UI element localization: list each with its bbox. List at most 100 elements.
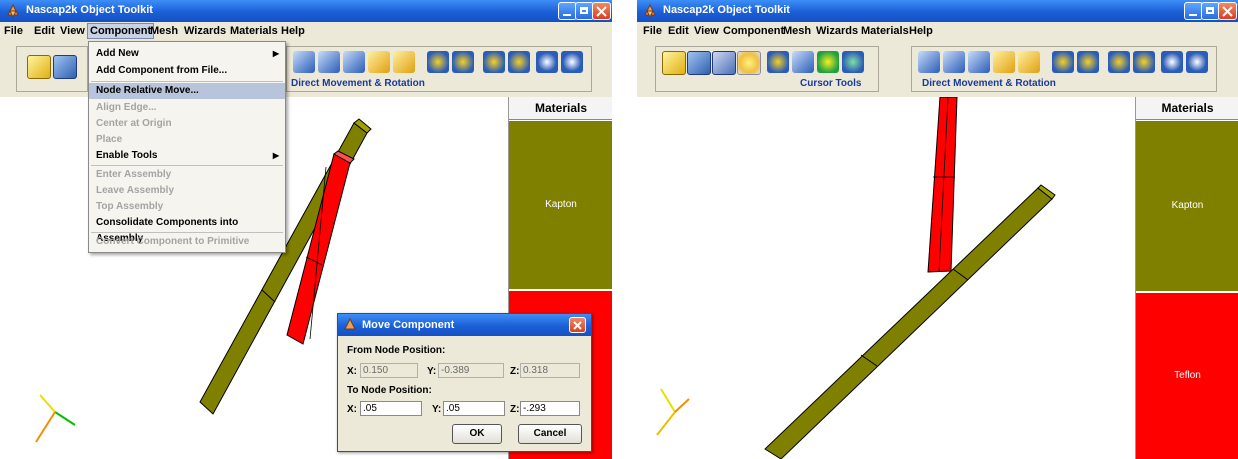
cancel-button[interactable]: Cancel [518, 424, 582, 444]
move-horizontal-icon[interactable] [943, 51, 965, 73]
menu-component[interactable]: Component [723, 25, 784, 37]
menu-file[interactable]: File [643, 25, 662, 37]
direct-movement-label: Direct Movement & Rotation [291, 78, 425, 89]
menu-item-enable-tools[interactable]: Enable Tools ▶ [89, 148, 285, 164]
box-view-icon[interactable] [712, 51, 736, 75]
rotate-x-neg-icon[interactable] [452, 51, 474, 73]
menu-item-add-new[interactable]: Add New ▶ [89, 46, 285, 62]
to-y-input[interactable]: .05 [443, 401, 505, 416]
rotate-y-pos-icon[interactable] [1108, 51, 1130, 73]
menu-mesh[interactable]: Mesh [783, 25, 811, 37]
rotate-x-pos-icon[interactable] [427, 51, 449, 73]
menu-help[interactable]: Help [909, 25, 933, 37]
menu-materials[interactable]: Materials [861, 25, 909, 37]
menu-item-leave-assembly-label: Leave Assembly [96, 185, 175, 196]
from-z-field: 0.318 [520, 363, 580, 378]
menu-item-align-edge[interactable]: Align Edge... [89, 100, 285, 116]
material-kapton[interactable]: Kapton [1136, 121, 1238, 291]
to-x-input[interactable]: .05 [360, 401, 422, 416]
rotate-z-pos-icon[interactable] [1161, 51, 1183, 73]
menu-item-add-component-from-file[interactable]: Add Component from File... [89, 63, 285, 79]
menu-item-enable-tools-label: Enable Tools [96, 150, 158, 161]
menu-item-consolidate-components[interactable]: Consolidate Components into Assembly [89, 215, 285, 244]
menu-edit[interactable]: Edit [668, 25, 689, 37]
maximize-icon [1206, 7, 1214, 14]
cube-view-icon[interactable] [27, 55, 51, 79]
window-title: Nascap2k Object Toolkit [663, 4, 790, 16]
menu-wizards[interactable]: Wizards [816, 25, 858, 37]
menu-item-enter-assembly[interactable]: Enter Assembly [89, 167, 285, 183]
crosshair-cursor-icon[interactable] [817, 51, 839, 73]
move-component-dialog: Move Component From Node Position: X: 0.… [337, 313, 592, 452]
menu-item-node-relative-move-label: Node Relative Move... [96, 85, 199, 96]
material-kapton[interactable]: Kapton [509, 121, 612, 289]
minimize-icon [1189, 14, 1197, 16]
close-icon [1222, 6, 1233, 17]
to-y-label: Y: [432, 404, 442, 415]
menu-wizards[interactable]: Wizards [184, 25, 226, 37]
from-x-field: 0.150 [360, 363, 418, 378]
rotate-y-neg-icon[interactable] [508, 51, 530, 73]
material-teflon[interactable]: Teflon [1136, 293, 1238, 459]
menu-item-node-relative-move[interactable]: Node Relative Move... [89, 83, 285, 99]
close-button[interactable] [1218, 2, 1237, 20]
scale-icon[interactable] [368, 51, 390, 73]
menu-bar: File Edit View Component Mesh Wizards Ma… [637, 22, 1238, 41]
view-tools-group [16, 46, 88, 92]
menu-separator [91, 232, 283, 233]
rotate-z-neg-icon[interactable] [1186, 51, 1208, 73]
rotate-z-neg-icon[interactable] [561, 51, 583, 73]
to-z-input[interactable]: -.293 [520, 401, 580, 416]
menu-item-top-assembly[interactable]: Top Assembly [89, 199, 285, 215]
pan-cursor-icon[interactable] [767, 51, 789, 73]
menu-item-place-label: Place [96, 134, 123, 145]
move-up-icon[interactable] [343, 51, 365, 73]
menu-component[interactable]: Component [87, 23, 155, 39]
menu-mesh[interactable]: Mesh [150, 25, 178, 37]
move-horizontal-icon[interactable] [318, 51, 340, 73]
ok-button[interactable]: OK [452, 424, 502, 444]
title-bar[interactable]: Nascap2k Object Toolkit [637, 0, 1238, 22]
rotate-y-neg-icon[interactable] [1133, 51, 1155, 73]
kapton-beam[interactable] [764, 184, 1056, 459]
to-x-label: X: [347, 404, 357, 415]
menu-file[interactable]: File [4, 25, 23, 37]
menu-edit[interactable]: Edit [34, 25, 55, 37]
move-up-icon[interactable] [968, 51, 990, 73]
wireframe-view-icon[interactable] [687, 51, 711, 75]
menu-item-center-at-origin[interactable]: Center at Origin [89, 116, 285, 132]
menu-view[interactable]: View [694, 25, 719, 37]
menu-item-top-assembly-label: Top Assembly [96, 201, 164, 212]
close-button[interactable] [592, 2, 611, 20]
from-node-position-label: From Node Position: [347, 345, 446, 356]
maximize-icon [580, 7, 588, 14]
shrink-icon[interactable] [1018, 51, 1040, 73]
menu-view[interactable]: View [60, 25, 85, 37]
minimize-icon [563, 14, 571, 16]
move-left-icon[interactable] [918, 51, 940, 73]
shrink-icon[interactable] [393, 51, 415, 73]
zoom-cursor-icon[interactable] [792, 51, 814, 73]
menu-item-align-edge-label: Align Edge... [96, 102, 157, 113]
dialog-title-bar[interactable]: Move Component [338, 314, 591, 336]
app-icon [7, 4, 19, 18]
rotate-z-pos-icon[interactable] [536, 51, 558, 73]
wireframe-view-icon[interactable] [53, 55, 77, 79]
cube-view-icon[interactable] [662, 51, 686, 75]
menu-item-place[interactable]: Place [89, 132, 285, 148]
teflon-beam[interactable] [927, 97, 958, 273]
rotate-x-neg-icon[interactable] [1077, 51, 1099, 73]
menu-materials[interactable]: Materials [230, 25, 278, 37]
rotate-y-pos-icon[interactable] [483, 51, 505, 73]
rotate-x-pos-icon[interactable] [1052, 51, 1074, 73]
move-left-icon[interactable] [293, 51, 315, 73]
menu-item-leave-assembly[interactable]: Leave Assembly [89, 183, 285, 199]
scale-icon[interactable] [993, 51, 1015, 73]
rotate-cursor-icon[interactable] [842, 51, 864, 73]
menu-help[interactable]: Help [281, 25, 305, 37]
dialog-close-button[interactable] [569, 317, 586, 333]
3d-viewport[interactable] [637, 97, 1135, 459]
select-cursor-icon[interactable] [737, 51, 761, 75]
menu-item-convert-to-primitive[interactable]: Convert Component to Primitive [89, 234, 285, 250]
title-bar[interactable]: Nascap2k Object Toolkit [0, 0, 612, 22]
